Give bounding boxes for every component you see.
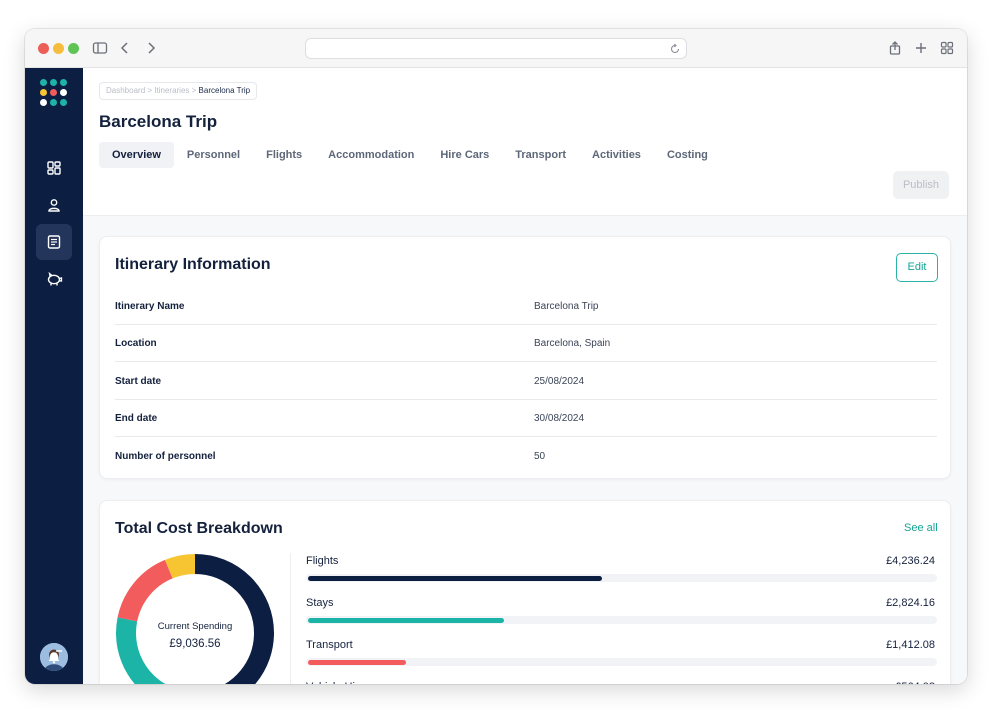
cost-label-stays: Stays — [306, 597, 334, 609]
tab-accommodation[interactable]: Accommodation — [315, 142, 427, 168]
info-row-location: Location Barcelona, Spain — [115, 325, 937, 362]
tab-overview[interactable]: Overview — [99, 142, 174, 168]
info-value: 30/08/2024 — [534, 413, 585, 424]
document-icon — [47, 235, 61, 249]
piggy-bank-icon — [47, 271, 62, 286]
breadcrumb-dashboard[interactable]: Dashboard — [106, 86, 145, 95]
sidebar — [25, 68, 83, 684]
tab-personnel[interactable]: Personnel — [174, 142, 253, 168]
new-tab-icon[interactable] — [913, 40, 929, 56]
itinerary-info-title: Itinerary Information — [115, 256, 271, 273]
info-row-start-date: Start date 25/08/2024 — [115, 363, 937, 400]
share-icon[interactable] — [887, 40, 903, 56]
dashboard-icon — [47, 161, 61, 175]
user-icon — [48, 199, 60, 212]
minimize-window-button[interactable] — [53, 43, 64, 54]
maximize-window-button[interactable] — [68, 43, 79, 54]
cost-bar-fill-transport — [308, 660, 406, 665]
breadcrumb-separator: > — [191, 86, 199, 95]
app-logo[interactable] — [40, 79, 68, 107]
info-value: 50 — [534, 451, 546, 462]
main-content: Dashboard > Itineraries > Barcelona Trip… — [83, 68, 967, 684]
info-value: 25/08/2024 — [534, 376, 585, 387]
back-icon[interactable] — [117, 40, 133, 56]
cost-bar-fill-flights — [308, 576, 602, 581]
info-row-end-date: End date 30/08/2024 — [115, 400, 937, 437]
cost-donut-chart: Current Spending £9,036.56 — [116, 554, 274, 684]
tab-costing[interactable]: Costing — [654, 142, 721, 168]
breadcrumb: Dashboard > Itineraries > Barcelona Trip — [99, 82, 258, 100]
donut-center-value: £9,036.56 — [169, 638, 220, 650]
cost-label-transport: Transport — [306, 639, 353, 651]
reload-icon[interactable] — [669, 43, 681, 55]
sidebar-toggle-icon[interactable] — [92, 40, 108, 56]
browser-toolbar — [25, 29, 967, 68]
cost-breakdown-card: Total Cost Breakdown See all Current Spe… — [99, 500, 951, 684]
itinerary-info-card: Itinerary Information Edit Itinerary Nam… — [99, 236, 951, 479]
sidebar-item-dashboard[interactable] — [36, 150, 72, 186]
tab-overview-icon[interactable] — [939, 40, 955, 56]
publish-button[interactable]: Publish — [893, 171, 949, 199]
info-row-itinerary-name: Itinerary Name Barcelona Trip — [115, 288, 937, 325]
info-label: Location — [115, 338, 157, 349]
close-window-button[interactable] — [38, 43, 49, 54]
forward-icon[interactable] — [143, 40, 159, 56]
page-title: Barcelona Trip — [99, 112, 218, 131]
browser-window: Dashboard > Itineraries > Barcelona Trip… — [25, 29, 967, 684]
cost-bar-track-transport — [306, 658, 937, 666]
info-row-number-of-personnel: Number of personnel 50 — [115, 438, 937, 475]
edit-button[interactable]: Edit — [896, 253, 938, 282]
info-value: Barcelona Trip — [534, 301, 599, 312]
breadcrumb-current: Barcelona Trip — [198, 86, 251, 95]
tab-transport[interactable]: Transport — [502, 142, 579, 168]
donut-center-label: Current Spending — [158, 621, 232, 632]
sidebar-item-personnel[interactable] — [36, 187, 72, 223]
sidebar-item-itineraries[interactable] — [36, 224, 72, 260]
divider — [290, 553, 291, 684]
sidebar-item-costing[interactable] — [36, 261, 72, 297]
tab-hire-cars[interactable]: Hire Cars — [427, 142, 502, 168]
info-label: Start date — [115, 376, 162, 387]
cost-bar-fill-stays — [308, 618, 504, 623]
info-value: Barcelona, Spain — [534, 338, 611, 349]
info-label: Itinerary Name — [115, 301, 185, 312]
tab-bar: Overview Personnel Flights Accommodation… — [99, 142, 721, 168]
tab-flights[interactable]: Flights — [253, 142, 315, 168]
page-header: Dashboard > Itineraries > Barcelona Trip… — [83, 68, 967, 216]
cost-value-flights: £4,236.24 — [886, 555, 935, 567]
cost-value-vehicle-hire: £564.08 — [895, 681, 935, 684]
notifications-button[interactable] — [36, 639, 72, 675]
bell-icon — [49, 652, 59, 664]
cost-label-flights: Flights — [306, 555, 339, 567]
tab-activities[interactable]: Activities — [579, 142, 654, 168]
cost-value-stays: £2,824.16 — [886, 597, 935, 609]
cost-label-vehicle-hire: Vehicle Hire — [306, 681, 365, 684]
info-label: End date — [115, 413, 158, 424]
info-label: Number of personnel — [115, 451, 216, 462]
cost-bar-track-flights — [306, 574, 937, 582]
address-bar[interactable] — [305, 38, 687, 59]
cost-bar-track-stays — [306, 616, 937, 624]
breadcrumb-itineraries[interactable]: Itineraries — [154, 86, 189, 95]
cost-breakdown-title: Total Cost Breakdown — [115, 520, 283, 537]
cost-value-transport: £1,412.08 — [886, 639, 935, 651]
see-all-link[interactable]: See all — [904, 522, 938, 534]
